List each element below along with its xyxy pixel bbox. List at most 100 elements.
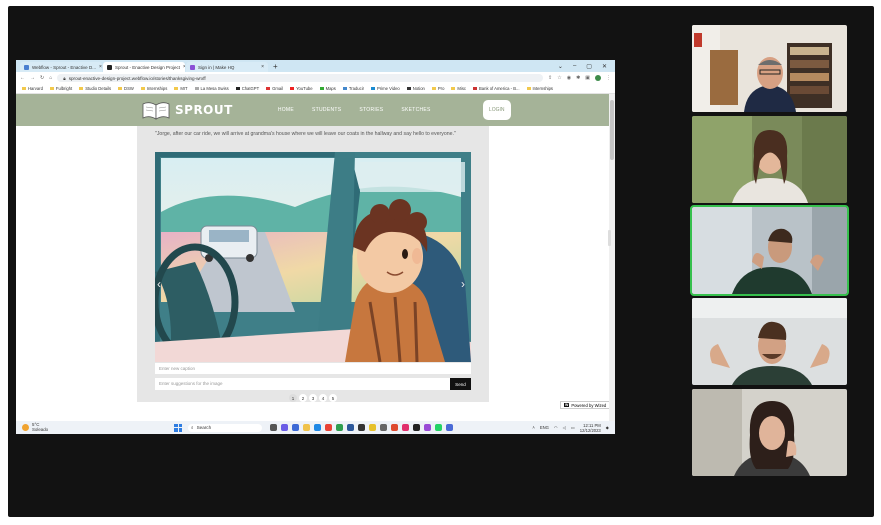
forward-icon[interactable]: →	[30, 75, 35, 81]
close-window-button[interactable]: ✕	[602, 63, 607, 70]
extension-icons: ⇪ ☆ ◉ ✱ ▣ ⋮	[548, 75, 611, 81]
notification-icon[interactable]: ◆	[606, 425, 609, 430]
book-logo-icon	[142, 102, 170, 120]
page-2[interactable]: 2	[299, 394, 307, 402]
app-icon[interactable]	[424, 424, 431, 431]
menu-icon[interactable]: ⋮	[606, 75, 611, 81]
whatsapp-icon[interactable]	[435, 424, 442, 431]
task-view-icon[interactable]	[270, 424, 277, 431]
participant-tile-5[interactable]	[692, 389, 847, 476]
scrollbar-thumb[interactable]	[610, 100, 614, 160]
browser-tab-sprout[interactable]: Sprout - Enactive Design Project ×	[103, 62, 185, 72]
prev-arrow[interactable]: ‹	[157, 277, 161, 291]
page-5[interactable]: 5	[329, 394, 337, 402]
wized-badge[interactable]: W Powered by Wized	[560, 401, 611, 409]
back-icon[interactable]: ←	[20, 75, 25, 81]
bookmark[interactable]: ChatGPT	[235, 86, 259, 91]
sticky-notes-icon[interactable]	[369, 424, 376, 431]
suggestion-input[interactable]: Enter suggestions for the image	[155, 378, 450, 390]
nav-sketches[interactable]: SKETCHES	[401, 107, 430, 113]
nav-stories[interactable]: STORIES	[359, 107, 383, 113]
bookmark[interactable]: Pro	[431, 86, 444, 91]
browser-tab-webflow[interactable]: Webflow - Sprout - Enactive D... ×	[20, 62, 102, 72]
clock[interactable]: 12:11 PM 12/12/2023	[580, 423, 601, 433]
extension-icon[interactable]: ◉	[567, 75, 571, 81]
bookmark[interactable]: Prime Video	[371, 86, 400, 91]
bookmark[interactable]: Fulbright	[49, 86, 72, 91]
weather-widget[interactable]: 5°C Soleado	[22, 422, 142, 432]
minimize-button[interactable]: –	[573, 63, 576, 70]
suggestion-placeholder: Enter suggestions for the image	[159, 381, 223, 386]
url-field[interactable]: 🔒︎ sprout-enactive-design-project.webflo…	[57, 74, 543, 82]
page-4[interactable]: 4	[319, 394, 327, 402]
language-indicator[interactable]: ENG	[540, 425, 549, 430]
file-explorer-icon[interactable]	[303, 424, 310, 431]
share-icon[interactable]: ⇪	[548, 75, 552, 81]
wifi-icon[interactable]: ◠	[554, 425, 558, 430]
send-button[interactable]: Send	[450, 378, 471, 390]
windows-start-icon[interactable]	[174, 423, 182, 432]
nav-students[interactable]: STUDENTS	[312, 107, 341, 113]
page-1[interactable]: 1	[289, 394, 297, 402]
participant-tile-4[interactable]	[692, 298, 847, 385]
panel-splitter[interactable]	[608, 230, 611, 246]
profile-avatar-icon[interactable]	[595, 75, 601, 81]
participant-tile-1[interactable]	[692, 25, 847, 112]
bookmark[interactable]: Studio Details	[79, 86, 111, 91]
app-icon[interactable]	[446, 424, 453, 431]
teams-icon[interactable]	[281, 424, 288, 431]
bookmark[interactable]: Bank of America - B...	[473, 86, 520, 91]
battery-icon[interactable]: ▭	[571, 425, 575, 430]
chevron-up-icon[interactable]: ˄	[532, 425, 534, 430]
taskbar-apps	[270, 424, 453, 431]
bookmark[interactable]: Internships	[526, 86, 553, 91]
volume-icon[interactable]: ◁	[563, 425, 566, 430]
bookmark[interactable]: Gmail	[266, 86, 283, 91]
browser-tab-make[interactable]: Sign in | Make HQ ×	[186, 62, 268, 72]
page-3[interactable]: 3	[309, 394, 317, 402]
chrome-icon[interactable]	[325, 424, 332, 431]
participant-tile-2[interactable]	[692, 116, 847, 203]
nav-home[interactable]: HOME	[278, 107, 294, 113]
caption-input[interactable]: Enter new caption	[155, 363, 471, 374]
bookmark[interactable]: Maps	[319, 86, 336, 91]
notion-icon[interactable]	[358, 424, 365, 431]
participant-tile-3[interactable]	[690, 205, 849, 296]
word-icon[interactable]	[347, 424, 354, 431]
excel-icon[interactable]	[336, 424, 343, 431]
app-icon[interactable]	[413, 424, 420, 431]
bookmark[interactable]: YouTube	[290, 86, 313, 91]
login-button[interactable]: LOGIN	[482, 100, 511, 120]
window-controls: ⌄ – ▢ ✕	[550, 63, 615, 72]
star-icon[interactable]: ☆	[557, 75, 561, 81]
wized-logo: W	[564, 403, 570, 407]
bookmark[interactable]: Traducir	[342, 86, 364, 91]
tab-label: Sprout - Enactive Design Project	[115, 64, 181, 70]
new-tab-button[interactable]: +	[269, 62, 282, 72]
bookmark[interactable]: Notion	[406, 86, 425, 91]
close-tab-icon[interactable]: ×	[183, 64, 185, 70]
sidebar-icon[interactable]: ▣	[585, 75, 590, 81]
maximize-button[interactable]: ▢	[586, 63, 592, 70]
app-icon[interactable]	[402, 424, 409, 431]
site-body: "Jorge, after our car ride, we will arri…	[16, 126, 615, 421]
bookmark[interactable]: La Mesa Swiss	[194, 86, 229, 91]
reload-icon[interactable]: ↻	[40, 75, 44, 81]
bookmark[interactable]: Misc	[451, 86, 466, 91]
sprout-logo[interactable]: SPROUT	[141, 99, 233, 121]
settings-icon[interactable]	[380, 424, 387, 431]
zoom-icon[interactable]	[292, 424, 299, 431]
puzzle-icon[interactable]: ✱	[576, 75, 580, 81]
taskbar-search[interactable]: ⌕ Search	[188, 423, 262, 432]
bookmark[interactable]: MIT	[174, 86, 188, 91]
edge-icon[interactable]	[314, 424, 321, 431]
close-tab-icon[interactable]: ×	[99, 64, 102, 70]
bookmark[interactable]: Internships	[140, 86, 167, 91]
powerpoint-icon[interactable]	[391, 424, 398, 431]
tab-search-icon[interactable]: ⌄	[558, 63, 563, 70]
bookmark[interactable]: Harvard	[22, 86, 43, 91]
next-arrow[interactable]: ›	[461, 277, 465, 291]
bookmark[interactable]: DSW	[118, 86, 134, 91]
close-tab-icon[interactable]: ×	[261, 64, 264, 70]
home-icon[interactable]: ⌂	[49, 75, 52, 81]
